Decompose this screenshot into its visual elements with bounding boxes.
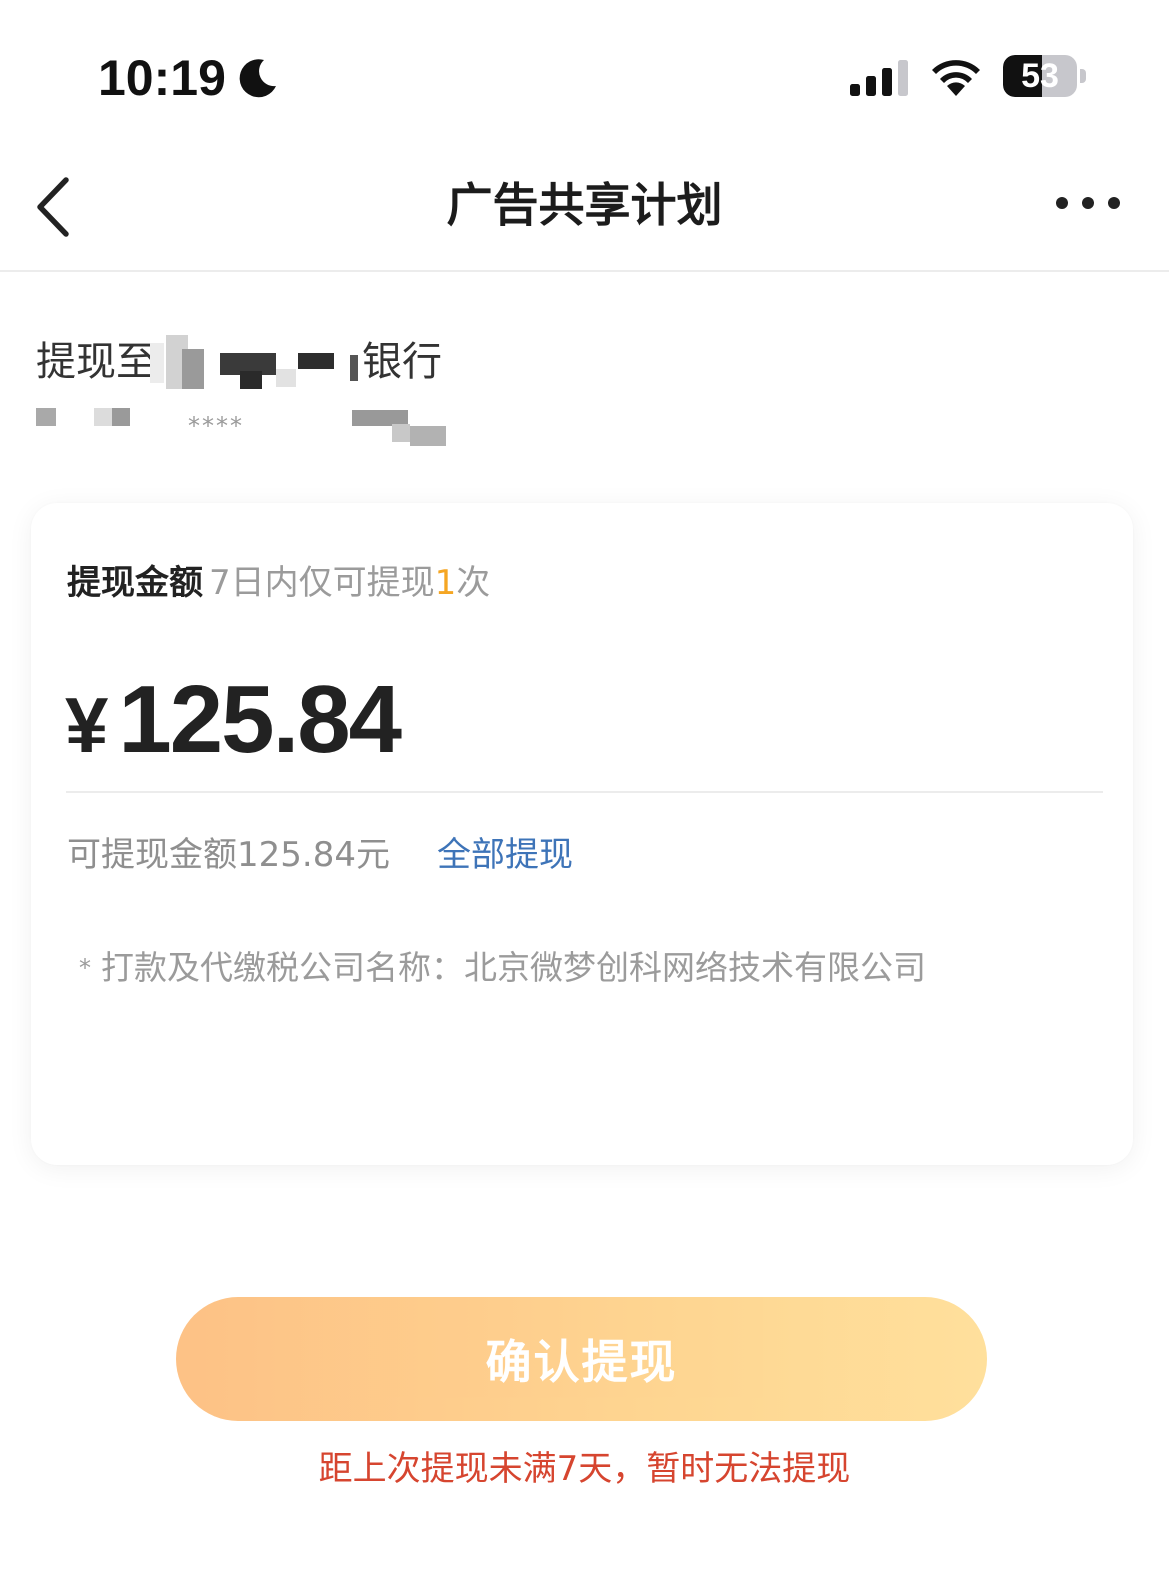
limit-text: 7日内仅可提现1次 (209, 563, 490, 603)
redacted-mosaic (94, 408, 112, 426)
more-dots-icon[interactable] (1050, 188, 1126, 218)
signal-icon (850, 60, 908, 96)
bank-account: **** (36, 404, 456, 450)
confirm-withdraw-button[interactable]: 确认提现 (176, 1297, 987, 1421)
battery-level: 53 (1021, 57, 1059, 95)
nav-bar: 广告共享计划 (0, 150, 1169, 272)
page-title: 广告共享计划 (446, 178, 723, 232)
redacted-mosaic (392, 424, 410, 442)
redacted-mosaic (112, 408, 130, 426)
amount-heading: 提现金额 7日内仅可提现1次 (67, 559, 490, 607)
error-tip: 距上次提现未满7天，暂时无法提现 (318, 1449, 851, 1489)
wifi-icon (932, 60, 980, 96)
redacted-mosaic (410, 426, 446, 446)
available-amount: 可提现金额125.84元 (67, 835, 390, 875)
note-star: * (79, 954, 91, 982)
limit-text-after: 次 (456, 563, 491, 603)
battery-body: 53 (1003, 55, 1077, 97)
status-bar: 10:19 53 (0, 0, 1169, 150)
limit-text-before: 7日内仅可提现 (209, 563, 435, 603)
limit-count: 1 (434, 563, 457, 603)
withdraw-all-link[interactable]: 全部提现 (437, 829, 573, 881)
currency-symbol: ¥ (65, 681, 109, 769)
redacted-mosaic (36, 408, 56, 426)
account-mask: **** (188, 412, 244, 440)
withdraw-card: 提现金额 7日内仅可提现1次 ¥125.84 可提现金额125.84元 全部提现 … (31, 503, 1133, 1165)
amount-label: 提现金额 (67, 563, 203, 603)
amount-row: ¥125.84 (65, 665, 402, 775)
battery-icon: 53 (1003, 55, 1087, 99)
withdraw-target-prefix: 提现至 (36, 339, 156, 385)
amount-divider (66, 791, 1103, 793)
company-note: * 打款及代缴税公司名称：北京微梦创科网络技术有限公司 (79, 943, 926, 993)
status-time: 10:19 (98, 50, 226, 106)
amount-input[interactable]: 125.84 (118, 665, 402, 775)
company-note-text: 打款及代缴税公司名称：北京微梦创科网络技术有限公司 (101, 948, 926, 987)
redacted-mosaic (150, 335, 358, 391)
battery-cap (1080, 69, 1086, 83)
bank-suffix: 银行 (362, 339, 442, 385)
moon-icon (239, 59, 276, 98)
